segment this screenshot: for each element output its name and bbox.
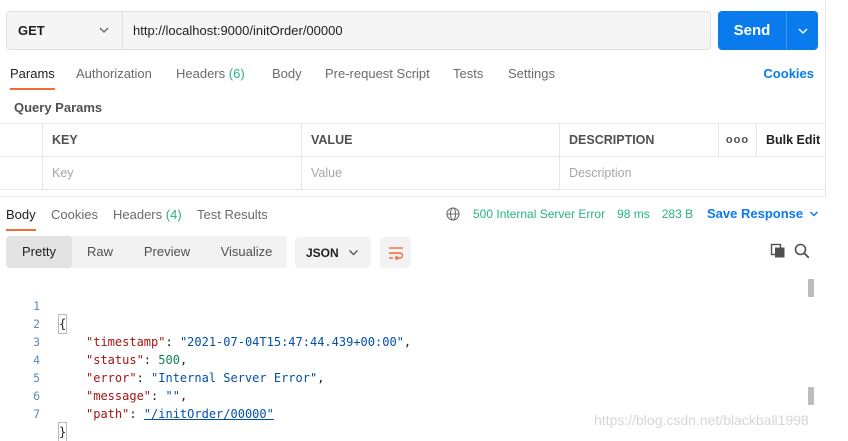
tab-response-cookies[interactable]: Cookies: [51, 203, 98, 231]
tab-settings[interactable]: Settings: [508, 62, 555, 90]
column-value: VALUE: [301, 124, 559, 157]
send-button-group: Send: [718, 11, 818, 50]
tab-response-headers[interactable]: Headers (4): [113, 203, 182, 231]
response-time[interactable]: 98 ms: [617, 207, 650, 221]
more-options-button[interactable]: ooo: [718, 124, 756, 157]
close-brace: }: [57, 422, 68, 441]
method-select[interactable]: GET: [7, 12, 123, 49]
scrollbar-thumb[interactable]: [808, 279, 814, 297]
view-preview[interactable]: Preview: [128, 236, 206, 268]
response-headers-count: (4): [165, 207, 182, 222]
table-header-row: KEY VALUE DESCRIPTION ooo Bulk Edit: [0, 124, 825, 157]
tab-body[interactable]: Body: [272, 62, 302, 90]
table-row: Key Value Description: [0, 157, 825, 190]
view-pretty[interactable]: Pretty: [6, 236, 72, 268]
method-label: GET: [18, 23, 45, 38]
search-icon[interactable]: [794, 243, 810, 259]
headers-count: (6): [228, 66, 245, 81]
chevron-down-icon: [810, 211, 819, 217]
chevron-down-icon: [349, 250, 358, 256]
tab-authorization[interactable]: Authorization: [76, 62, 152, 90]
code-line: 3 "status": 500,: [0, 315, 800, 367]
request-tabs: Params Authorization Headers (6) Body Pr…: [0, 62, 848, 92]
json-key: "path": [86, 407, 130, 421]
format-select[interactable]: JSON: [295, 237, 371, 268]
pane-edge: [825, 0, 826, 196]
url-input[interactable]: http://localhost:9000/initOrder/00000: [123, 12, 710, 49]
tab-headers[interactable]: Headers (6): [176, 62, 245, 90]
status-badge[interactable]: 500 Internal Server Error: [473, 207, 605, 221]
response-meta: 500 Internal Server Error 98 ms 283 B: [446, 203, 693, 225]
code-line: 5 "message": "",: [0, 351, 800, 403]
tab-test-results[interactable]: Test Results: [197, 203, 268, 231]
code-line: 2 "timestamp": "2021-07-04T15:47:44.439+…: [0, 297, 800, 349]
copy-icon[interactable]: [770, 243, 786, 259]
response-body-editor[interactable]: 1 { 2 "timestamp": "2021-07-04T15:47:44.…: [0, 279, 810, 441]
params-table: KEY VALUE DESCRIPTION ooo Bulk Edit Key …: [0, 123, 825, 190]
code-line: 1 {: [0, 279, 800, 334]
checkbox-column: [0, 124, 42, 157]
send-button[interactable]: Send: [718, 11, 786, 50]
response-size[interactable]: 283 B: [662, 207, 693, 221]
save-response-button[interactable]: Save Response: [707, 203, 819, 225]
tab-response-body[interactable]: Body: [6, 203, 36, 231]
param-value-input[interactable]: Value: [301, 157, 559, 190]
wrap-lines-icon: [388, 246, 403, 260]
chevron-down-icon: [99, 27, 109, 33]
view-mode-selector: Pretty Raw Preview Visualize: [6, 236, 287, 268]
tab-params[interactable]: Params: [10, 62, 55, 90]
query-params-title: Query Params: [14, 100, 103, 115]
row-checkbox: [0, 157, 42, 190]
param-key-input[interactable]: Key: [42, 157, 301, 190]
code-line: 4 "error": "Internal Server Error",: [0, 333, 800, 385]
request-bar: GET http://localhost:9000/initOrder/0000…: [6, 11, 711, 50]
cookies-link[interactable]: Cookies: [763, 62, 814, 86]
tab-tests[interactable]: Tests: [453, 62, 483, 90]
send-options-button[interactable]: [786, 11, 818, 50]
column-description: DESCRIPTION: [559, 124, 718, 157]
pane-divider[interactable]: [0, 196, 826, 197]
chevron-down-icon: [798, 28, 807, 34]
globe-icon[interactable]: [446, 207, 460, 221]
view-visualize[interactable]: Visualize: [206, 236, 287, 268]
watermark: https://blog.csdn.net/blackball1998: [594, 412, 809, 428]
scrollbar-thumb[interactable]: [808, 387, 814, 405]
json-value-link[interactable]: "/initOrder/00000": [144, 407, 274, 421]
tab-pre-request-script[interactable]: Pre-request Script: [325, 62, 430, 90]
line-number: 7: [33, 407, 40, 421]
wrap-lines-button[interactable]: [380, 237, 411, 268]
code-line: 6 "path": "/initOrder/00000": [0, 369, 800, 421]
column-key: KEY: [42, 124, 301, 157]
code-line: 7 }: [0, 387, 800, 441]
view-raw[interactable]: Raw: [72, 236, 128, 268]
param-description-input[interactable]: Description: [559, 157, 718, 190]
bulk-edit-button[interactable]: Bulk Edit: [756, 124, 825, 157]
